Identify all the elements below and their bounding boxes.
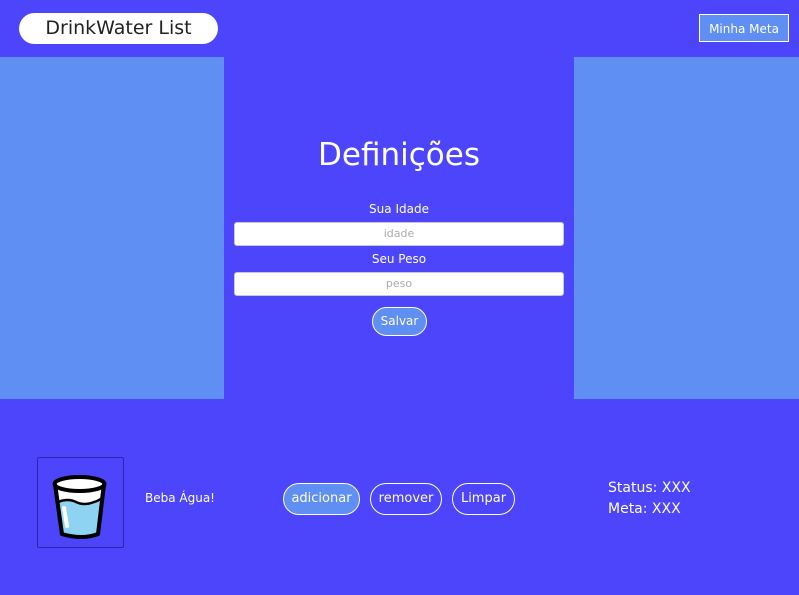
save-button[interactable]: Salvar [372, 307, 427, 336]
settings-panel: Definições Sua Idade idade Seu Peso peso… [224, 57, 574, 399]
my-goal-button[interactable]: Minha Meta [699, 14, 789, 42]
water-glass-icon [52, 475, 107, 539]
top-bar: DrinkWater List Minha Meta [0, 0, 799, 57]
goal-text: Meta: XXX [608, 501, 681, 517]
age-label: Sua Idade [369, 202, 429, 216]
remove-button[interactable]: remover [370, 483, 442, 515]
age-input[interactable]: idade [234, 222, 564, 246]
left-panel [0, 57, 224, 399]
app-logo[interactable]: DrinkWater List [19, 13, 218, 44]
settings-title: Definições [318, 137, 480, 173]
cup-image-box [37, 457, 124, 548]
add-button[interactable]: adicionar [283, 483, 360, 515]
right-panel [574, 57, 799, 399]
status-text: Status: XXX [608, 480, 691, 496]
weight-label: Seu Peso [371, 252, 427, 266]
drink-water-text: Beba Água! [145, 491, 215, 505]
weight-input[interactable]: peso [234, 272, 564, 296]
clear-button[interactable]: Limpar [452, 483, 515, 515]
